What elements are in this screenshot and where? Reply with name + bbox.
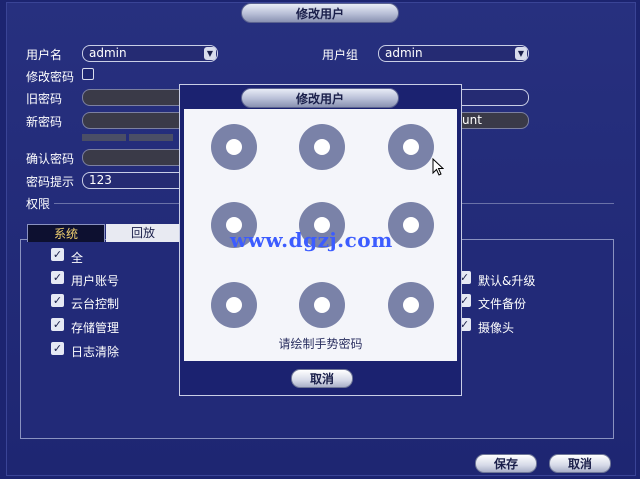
perm-ptz-control-label: 云台控制 [71,297,120,311]
username-value: admin [89,46,127,60]
modify-password-checkbox[interactable] [82,68,94,80]
save-button[interactable]: 保存 [475,454,537,473]
usergroup-label: 用户组 [322,48,359,62]
username-label: 用户名 [26,48,63,62]
password-right-field-2[interactable]: unt [455,112,529,129]
checkmark-icon[interactable]: ✓ [51,271,64,284]
checkmark-icon[interactable]: ✓ [51,342,64,355]
password-hint-label: 密码提示 [26,175,75,189]
password-strength-bar-2 [129,134,173,141]
permissions-divider-right [462,203,614,204]
password-right-field-1[interactable] [455,89,529,106]
gesture-dot[interactable] [388,124,434,170]
perm-storage-label: 存储管理 [71,321,120,335]
chevron-down-icon[interactable]: ▼ [515,47,527,60]
screen: 修改用户 用户名 admin ▼ 用户组 admin ▼ 修改密码 旧密码 新密… [0,0,640,479]
confirm-password-label: 确认密码 [26,152,75,166]
perm-log-clear-label: 日志清除 [71,345,120,359]
perm-default-upgrade-label: 默认&升级 [478,274,536,288]
gesture-dot[interactable] [299,282,345,328]
password-strength-bar-1 [82,134,126,141]
checkmark-icon[interactable]: ✓ [51,318,64,331]
usergroup-select[interactable]: admin ▼ [378,45,529,62]
checkmark-icon[interactable]: ✓ [51,294,64,307]
mouse-pointer-icon [432,158,444,176]
confirm-password-field[interactable] [82,149,192,166]
partial-field-text: unt [462,113,482,127]
perm-camera-label: 摄像头 [478,321,515,335]
username-select[interactable]: admin ▼ [82,45,218,62]
dialog-cancel-button[interactable]: 取消 [291,369,353,388]
gesture-dot[interactable] [211,282,257,328]
permissions-label: 权限 [26,197,51,211]
gesture-dot[interactable] [211,124,257,170]
modify-password-label: 修改密码 [26,70,75,84]
usergroup-value: admin [385,46,423,60]
gesture-dot[interactable] [388,282,434,328]
old-password-label: 旧密码 [26,92,63,106]
chevron-down-icon[interactable]: ▼ [204,47,216,60]
watermark-text: www.dgzj.com [230,228,393,252]
cancel-button[interactable]: 取消 [549,454,611,473]
gesture-dot[interactable] [299,124,345,170]
permissions-divider-left [54,203,179,204]
dialog-footer: 取消 [180,363,461,395]
dialog-title: 修改用户 [241,88,399,108]
new-password-field[interactable] [82,112,192,129]
perm-file-backup-label: 文件备份 [478,297,527,311]
perm-all-label: 全 [71,251,84,265]
perm-user-account-label: 用户账号 [71,274,120,288]
password-hint-input[interactable]: 123 [82,172,192,189]
new-password-label: 新密码 [26,115,63,129]
window-title: 修改用户 [241,3,399,23]
old-password-field[interactable] [82,89,192,106]
checkmark-icon[interactable]: ✓ [51,248,64,261]
tab-playback[interactable]: 回放 [106,224,180,242]
gesture-dot[interactable] [388,202,434,248]
gesture-hint: 请绘制手势密码 [278,337,363,351]
password-hint-value: 123 [89,173,112,187]
tab-system[interactable]: 系统 [27,224,105,242]
